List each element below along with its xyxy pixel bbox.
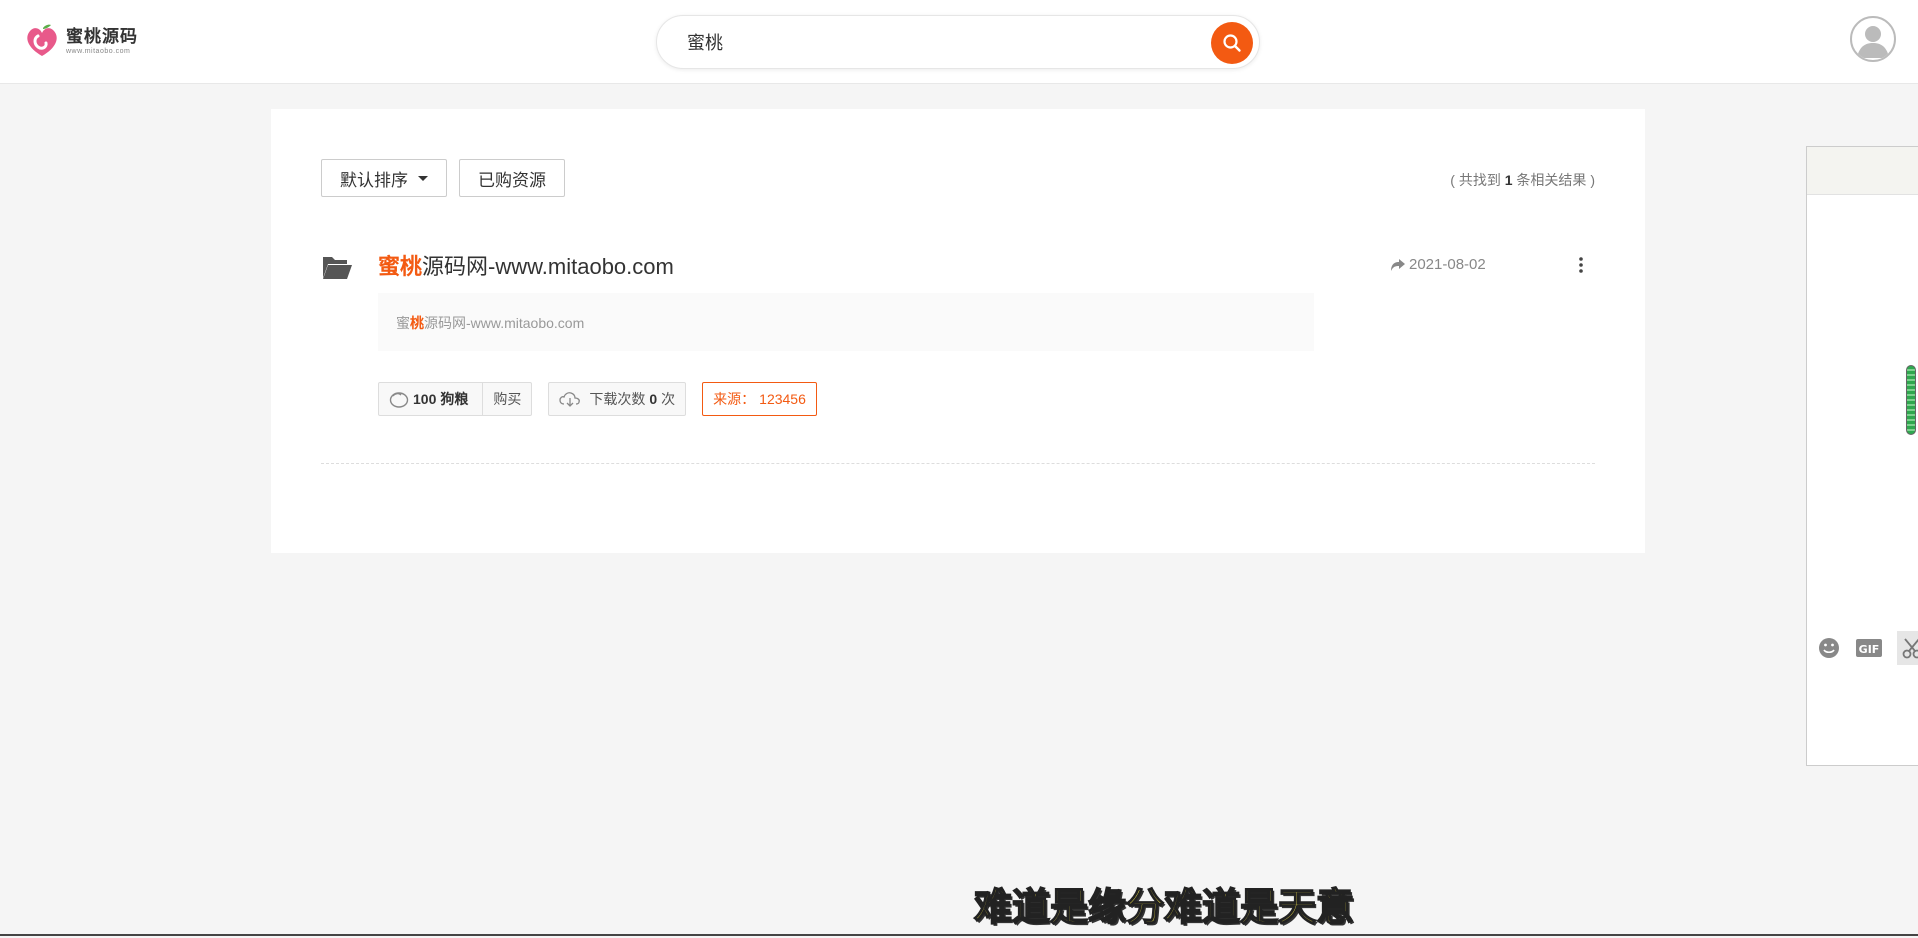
downloads-unit: 次 (661, 391, 676, 407)
top-header: 蜜桃源码 www.mitaobo.com (0, 0, 1918, 84)
results-toolbar: 默认排序 已购资源 (321, 159, 565, 197)
peach-logo-icon (27, 24, 57, 56)
downloads-count: 0 (649, 391, 658, 407)
chat-scrollbar[interactable] (1906, 365, 1916, 435)
source-tag[interactable]: 来源： 123456 (702, 382, 817, 416)
source-label: 来源： (713, 391, 756, 407)
search-box (656, 15, 1260, 69)
chat-header (1807, 147, 1918, 195)
downloads-label: 下载次数 (589, 391, 646, 407)
result-count: ( 共找到 1 条相关结果 ) (1450, 172, 1595, 188)
user-icon (1857, 26, 1889, 58)
folder-open-icon (323, 257, 352, 279)
caret-down-icon (418, 175, 428, 181)
price-unit: 狗粮 (440, 391, 469, 407)
svg-text:GIF: GIF (1859, 643, 1880, 656)
chat-panel: GIF (1806, 146, 1918, 766)
purchased-button[interactable]: 已购资源 (459, 159, 565, 197)
user-avatar[interactable] (1850, 16, 1896, 62)
logo-subtitle: www.mitaobo.com (66, 47, 131, 55)
site-logo[interactable]: 蜜桃源码 www.mitaobo.com (24, 24, 138, 58)
share-icon[interactable] (1391, 258, 1405, 271)
coin-icon (389, 392, 409, 408)
scissors-icon (1902, 638, 1918, 659)
emoji-icon (1819, 638, 1839, 658)
search-input[interactable] (687, 26, 1187, 58)
result-tags: 100 狗粮 购买 下载次数 0 次 来源： 123456 (378, 382, 833, 416)
more-vertical-icon[interactable] (1575, 255, 1587, 275)
source-value: 123456 (759, 391, 806, 407)
search-button[interactable] (1211, 22, 1253, 64)
price-tag: 100 狗粮 购买 (378, 382, 533, 416)
result-item: 蜜桃源码网-www.mitaobo.com 2021-08-02 蜜桃源码网-w… (321, 249, 1595, 575)
gif-button[interactable]: GIF (1855, 637, 1883, 659)
result-title-link[interactable]: 蜜桃源码网-www.mitaobo.com (378, 249, 674, 281)
price-value: 100 (413, 391, 437, 407)
screenshot-button[interactable] (1897, 631, 1918, 665)
downloads-tag: 下载次数 0 次 (548, 382, 687, 416)
results-card: 默认排序 已购资源 ( 共找到 1 条相关结果 ) 蜜桃源码网-www.mita… (271, 109, 1645, 553)
divider (321, 463, 1595, 464)
result-date: 2021-08-02 (1391, 256, 1486, 273)
cloud-download-icon (559, 392, 581, 407)
result-count-number: 1 (1504, 172, 1513, 188)
video-subtitle: 难道是缘分难道是天意 (973, 884, 1355, 930)
sort-dropdown[interactable]: 默认排序 (321, 159, 447, 197)
bottom-border (0, 934, 1918, 936)
emoji-button[interactable] (1817, 636, 1841, 660)
chat-toolbar: GIF (1817, 631, 1918, 665)
sort-label: 默认排序 (340, 170, 408, 190)
price-segment: 100 狗粮 (379, 383, 482, 415)
logo-title: 蜜桃源码 (66, 26, 138, 47)
gif-icon: GIF (1856, 639, 1882, 657)
result-description: 蜜桃源码网-www.mitaobo.com (378, 293, 1314, 351)
search-icon (1223, 34, 1241, 52)
buy-button[interactable]: 购买 (482, 383, 531, 415)
